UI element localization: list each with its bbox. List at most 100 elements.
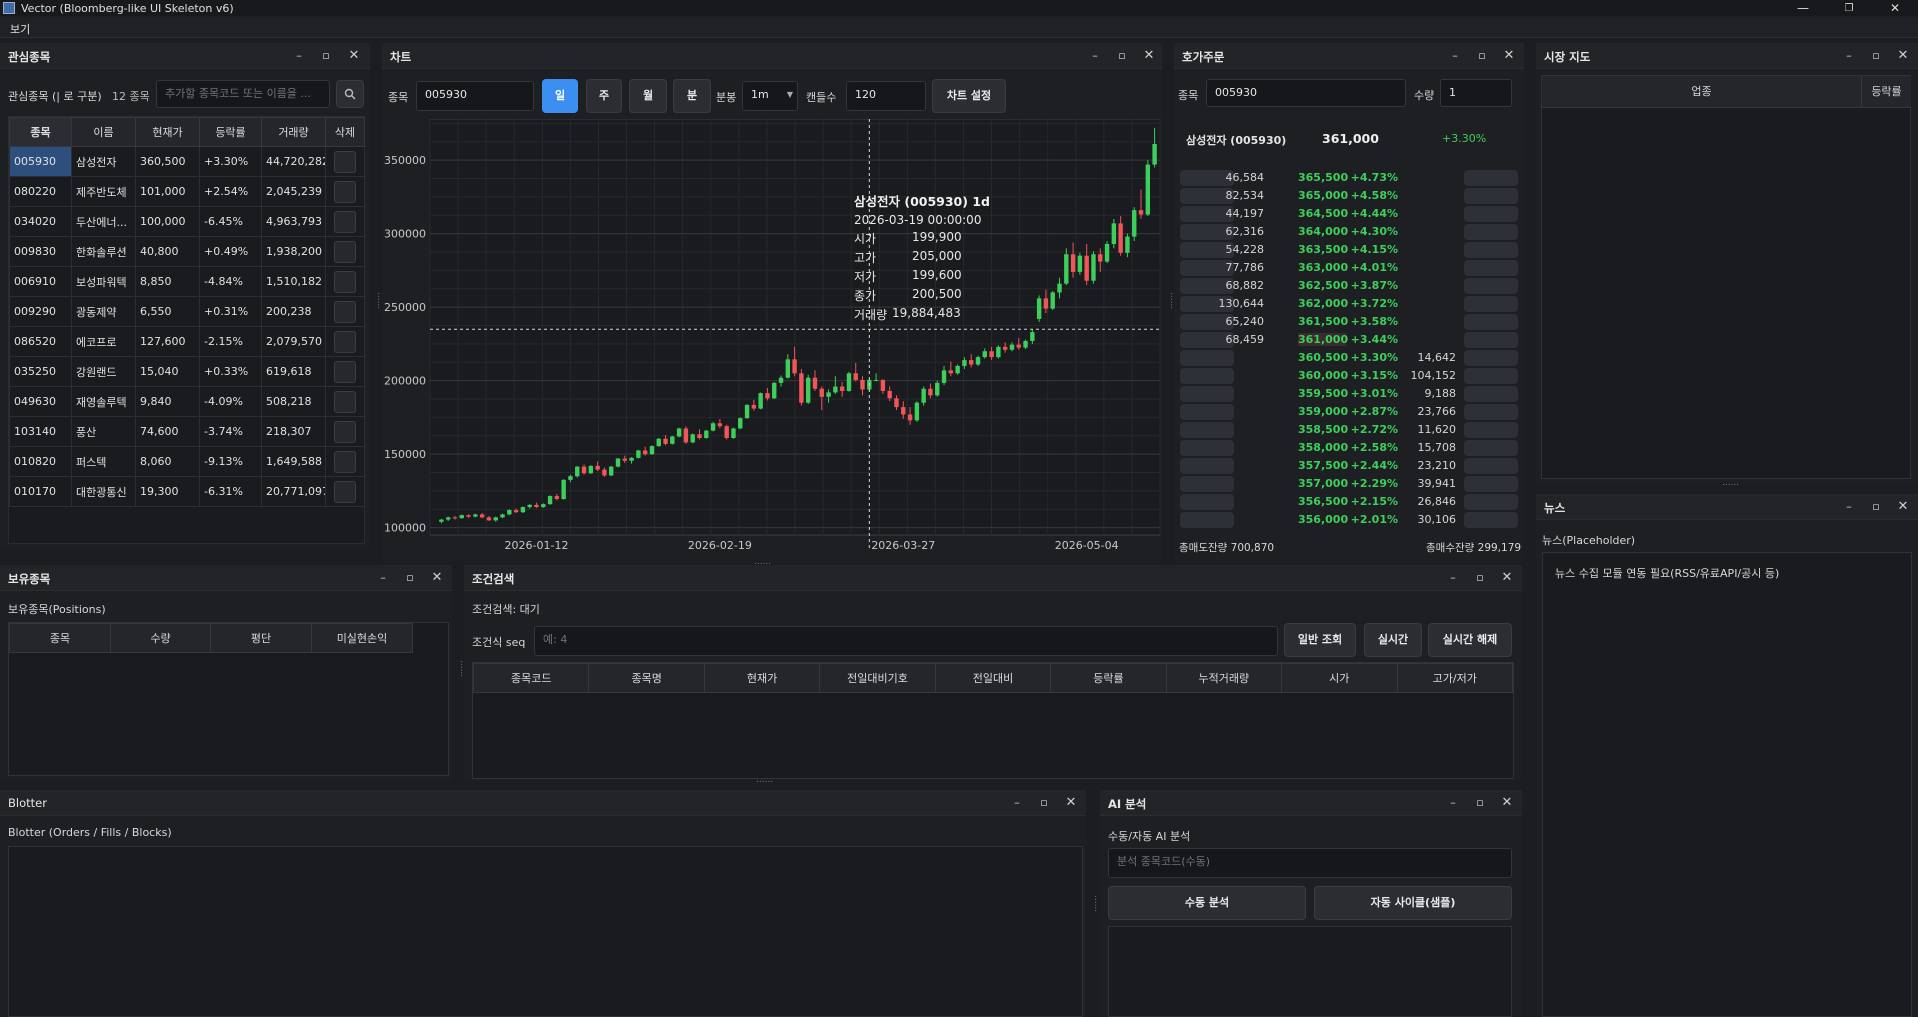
period-week-button[interactable]: 주	[586, 79, 622, 113]
table-row[interactable]: 034020 두산에너... 100,000 -6.45% 4,963,793	[9, 206, 365, 237]
cell-name[interactable]: 광동제약	[71, 296, 136, 327]
chart-symbol-input[interactable]: 005930	[416, 81, 534, 111]
cell-change[interactable]: +3.30%	[199, 146, 262, 177]
col-price[interactable]: 현재가	[135, 117, 200, 147]
market-map-minimize-button[interactable]: –	[1840, 47, 1858, 65]
ai-restore-button[interactable]: ▫	[1471, 794, 1489, 812]
cell-change[interactable]: -9.13%	[199, 446, 262, 477]
cell-price[interactable]: 9,840	[135, 386, 200, 417]
cell-symbol[interactable]: 035250	[9, 356, 72, 387]
screener-realtime-off-button[interactable]: 실시간 해제	[1428, 623, 1512, 657]
cell-symbol[interactable]: 010170	[9, 476, 72, 507]
cell-volume[interactable]: 200,238	[261, 296, 326, 327]
cell-name[interactable]: 대한광통신	[71, 476, 136, 507]
screener-realtime-button[interactable]: 실시간	[1364, 623, 1422, 657]
col-screener-5[interactable]: 등락률	[1050, 663, 1167, 693]
bid-row[interactable]: 360,000 +3.15% 104,152	[1174, 367, 1534, 385]
col-pos-avg[interactable]: 평단	[210, 623, 312, 653]
cell-symbol[interactable]: 009290	[9, 296, 72, 327]
delete-row-button[interactable]	[334, 180, 356, 203]
cell-name[interactable]: 삼성전자	[71, 146, 136, 177]
bid-row[interactable]: 356,500 +2.15% 26,846	[1174, 493, 1534, 511]
ask-row[interactable]: 65,240 361,500 +3.58%	[1174, 313, 1534, 331]
ask-row[interactable]: 77,786 363,000 +4.01%	[1174, 259, 1534, 277]
col-screener-3[interactable]: 전일대비기호	[819, 663, 936, 693]
table-row[interactable]: 086520 에코프로 127,600 -2.15% 2,079,570	[9, 326, 365, 357]
cell-symbol[interactable]: 009830	[9, 236, 72, 267]
col-sector[interactable]: 업종	[1542, 76, 1862, 108]
col-delete[interactable]: 삭제	[325, 117, 365, 147]
bid-row[interactable]: 359,000 +2.87% 23,766	[1174, 403, 1534, 421]
cell-volume[interactable]: 1,649,588	[261, 446, 326, 477]
ask-row[interactable]: 130,644 362,000 +3.72%	[1174, 295, 1534, 313]
col-pos-pnl[interactable]: 미실현손익	[311, 623, 413, 653]
bid-row[interactable]: 360,500 +3.30% 14,642	[1174, 349, 1534, 367]
cell-name[interactable]: 에코프로	[71, 326, 136, 357]
cell-change[interactable]: -4.09%	[199, 386, 262, 417]
col-volume[interactable]: 거래량	[261, 117, 326, 147]
maximize-window-button[interactable]: ❐	[1826, 0, 1872, 16]
watchlist-minimize-button[interactable]: –	[290, 47, 308, 65]
watchlist-restore-button[interactable]: ▫	[317, 47, 335, 65]
table-row[interactable]: 009830 한화솔루션 40,800 +0.49% 1,938,200	[9, 236, 365, 267]
ask-row[interactable]: 54,228 363,500 +4.15%	[1174, 241, 1534, 259]
minute-interval-select[interactable]: 1m ▼	[742, 81, 798, 111]
ask-row[interactable]: 82,534 365,000 +4.58%	[1174, 187, 1534, 205]
screener-restore-button[interactable]: ▫	[1471, 569, 1489, 587]
cell-change[interactable]: +0.33%	[199, 356, 262, 387]
col-screener-7[interactable]: 시가	[1281, 663, 1398, 693]
candlestick-chart[interactable]: 100000 150000 200000 250000 300000 350000 2026…	[382, 119, 1162, 559]
col-sector-change[interactable]: 등락률	[1862, 76, 1911, 108]
cell-price[interactable]: 15,040	[135, 356, 200, 387]
cell-volume[interactable]: 44,720,282	[261, 146, 326, 177]
cell-symbol[interactable]: 034020	[9, 206, 72, 237]
col-symbol[interactable]: 종목	[9, 117, 72, 147]
cell-symbol[interactable]: 005930	[9, 146, 72, 177]
delete-row-button[interactable]	[334, 210, 356, 233]
delete-row-button[interactable]	[334, 360, 356, 383]
watchlist-add-input[interactable]: 추가할 종목코드 또는 이름을 ...	[156, 80, 330, 108]
positions-close-button[interactable]: ✕	[428, 569, 446, 587]
news-restore-button[interactable]: ▫	[1867, 498, 1885, 516]
ai-symbol-input[interactable]: 분석 종목코드(수동)	[1108, 848, 1512, 878]
cell-change[interactable]: -6.31%	[199, 476, 262, 507]
blotter-restore-button[interactable]: ▫	[1035, 794, 1053, 812]
cell-price[interactable]: 127,600	[135, 326, 200, 357]
col-screener-8[interactable]: 고가/저가	[1396, 663, 1513, 693]
col-name[interactable]: 이름	[71, 117, 136, 147]
delete-row-button[interactable]	[334, 300, 356, 323]
cell-volume[interactable]: 1,938,200	[261, 236, 326, 267]
period-minute-button[interactable]: 분	[673, 79, 711, 113]
cell-volume[interactable]: 218,307	[261, 416, 326, 447]
table-row[interactable]: 049630 재영솔루텍 9,840 -4.09% 508,218	[9, 386, 365, 417]
blotter-close-button[interactable]: ✕	[1062, 794, 1080, 812]
cell-volume[interactable]: 508,218	[261, 386, 326, 417]
screener-query-button[interactable]: 일반 조회	[1284, 623, 1356, 657]
ask-row[interactable]: 62,316 364,000 +4.30%	[1174, 223, 1534, 241]
cell-symbol[interactable]: 049630	[9, 386, 72, 417]
orderbook-minimize-button[interactable]: –	[1446, 47, 1464, 65]
cell-volume[interactable]: 2,079,570	[261, 326, 326, 357]
bid-row[interactable]: 358,500 +2.72% 11,620	[1174, 421, 1534, 439]
col-change[interactable]: 등락률	[199, 117, 262, 147]
delete-row-button[interactable]	[334, 150, 356, 173]
delete-row-button[interactable]	[334, 390, 356, 413]
table-row[interactable]: 005930 삼성전자 360,500 +3.30% 44,720,282	[9, 146, 365, 177]
ask-row[interactable]: 68,459 361,000 +3.44%	[1174, 331, 1534, 349]
cell-change[interactable]: -6.45%	[199, 206, 262, 237]
screener-close-button[interactable]: ✕	[1498, 569, 1516, 587]
chart-settings-button[interactable]: 차트 설정	[932, 79, 1006, 113]
ask-row[interactable]: 68,882 362,500 +3.87%	[1174, 277, 1534, 295]
positions-minimize-button[interactable]: –	[374, 569, 392, 587]
horizontal-splitter-handle-2[interactable]: ......	[756, 775, 773, 785]
watchlist-close-button[interactable]: ✕	[345, 47, 363, 65]
col-screener-1[interactable]: 종목명	[588, 663, 705, 693]
bid-row[interactable]: 357,000 +2.29% 39,941	[1174, 475, 1534, 493]
cell-volume[interactable]: 2,045,239	[261, 176, 326, 207]
cell-name[interactable]: 두산에너...	[71, 206, 136, 237]
delete-row-button[interactable]	[334, 450, 356, 473]
table-row[interactable]: 103140 풍산 74,600 -3.74% 218,307	[9, 416, 365, 447]
period-month-button[interactable]: 월	[629, 79, 667, 113]
delete-row-button[interactable]	[334, 240, 356, 263]
ai-minimize-button[interactable]: –	[1444, 794, 1462, 812]
